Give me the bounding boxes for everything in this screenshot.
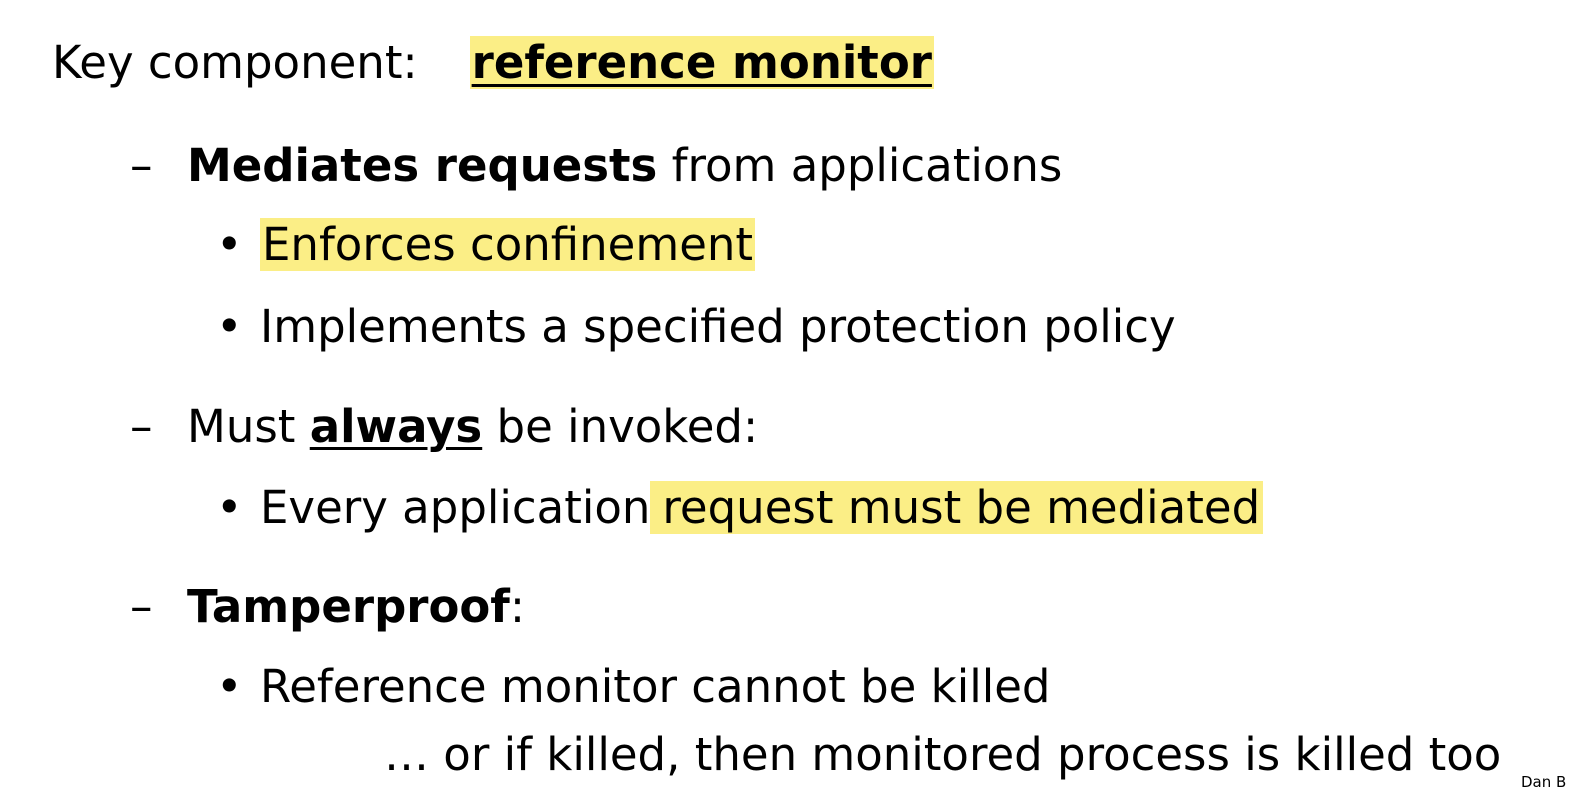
bullet-dot: • xyxy=(216,300,243,353)
heading-term-highlight: reference monitor xyxy=(469,36,934,89)
point-rest-text: from applications xyxy=(657,139,1063,192)
bullet-enforces-confinement: Enforces confinement xyxy=(260,218,756,271)
bullet-dot: • xyxy=(216,218,243,271)
point-pre-text: Must xyxy=(187,400,310,453)
dash-marker: – xyxy=(130,580,153,633)
continuation-text: … or if killed, then monitored process i… xyxy=(384,728,1502,781)
bullet-implements-policy: Implements a specified protection policy xyxy=(260,300,1176,353)
point-tamperproof: Tamperproof: xyxy=(187,584,525,629)
heading-label: Key component: xyxy=(52,36,418,89)
bullet-dot: • xyxy=(216,660,243,713)
point-rest-text: : xyxy=(509,580,526,633)
dash-marker: – xyxy=(130,139,153,192)
bullet-highlight-text: request must be mediated xyxy=(650,481,1264,534)
bullet-plain-text: Every application xyxy=(260,481,651,534)
bullet-every-request: Every application request must be mediate… xyxy=(260,481,1264,534)
point-emphasis-text: always xyxy=(309,400,483,453)
point-bold-text: Tamperproof xyxy=(187,580,510,633)
point-always-invoked: Must always be invoked: xyxy=(187,404,758,449)
point-rest-text: be invoked: xyxy=(482,400,759,453)
slide-heading: Key component: reference monitor xyxy=(52,36,934,89)
point-mediates: Mediates requests from applications xyxy=(187,143,1062,188)
point-bold-text: Mediates requests xyxy=(187,139,658,192)
author-credit: Dan B xyxy=(1521,773,1567,791)
bullet-highlight-text: Enforces confinement xyxy=(260,218,756,271)
bullet-dot: • xyxy=(216,481,243,534)
dash-marker: – xyxy=(130,400,153,453)
bullet-cannot-be-killed: Reference monitor cannot be killed xyxy=(260,660,1051,713)
